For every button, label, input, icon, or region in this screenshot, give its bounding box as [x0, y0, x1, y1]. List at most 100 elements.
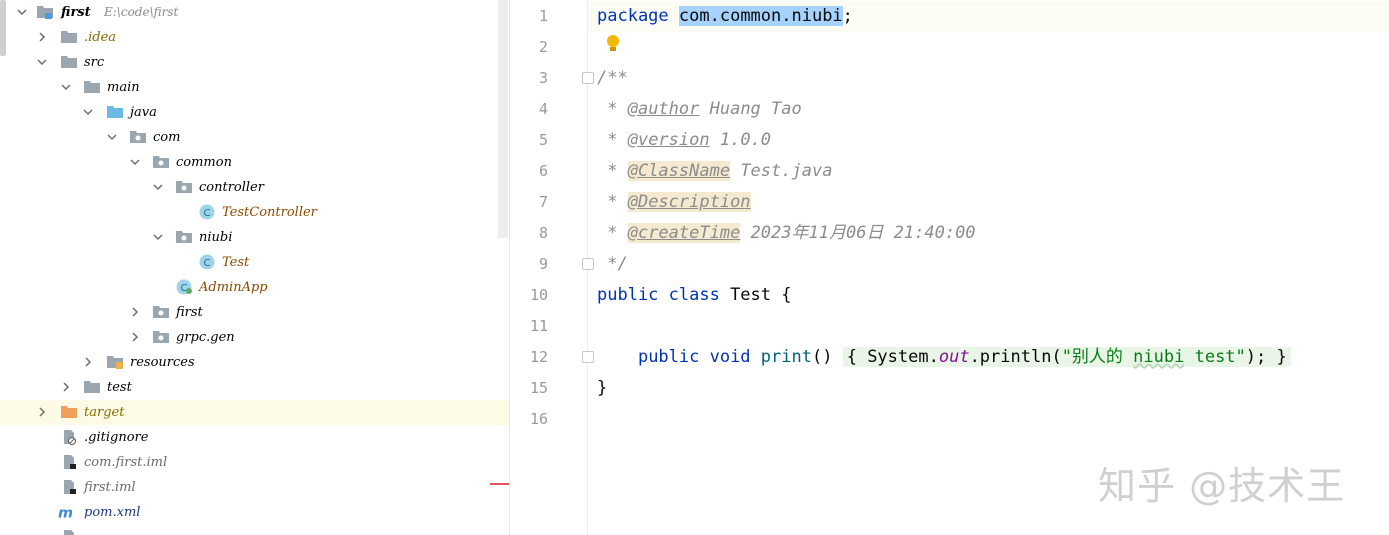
module-file-icon	[64, 480, 76, 494]
package-icon	[176, 181, 192, 193]
tree-item-label: src	[84, 55, 105, 70]
tree-item-idea[interactable]: .idea	[0, 25, 509, 50]
folder-icon	[84, 81, 100, 93]
tree-item-controller[interactable]: controller	[0, 175, 509, 200]
chevron-right-icon[interactable]	[36, 406, 48, 418]
tree-item-niubi[interactable]: niubi	[0, 225, 509, 250]
project-path: E:\code\first	[104, 5, 179, 19]
line-number: 16	[529, 410, 548, 428]
chevron-right-icon[interactable]	[129, 306, 141, 318]
chevron-down-icon[interactable]	[82, 106, 94, 118]
tree-item-label: main	[107, 80, 140, 95]
chevron-down-icon[interactable]	[36, 56, 48, 68]
tree-item-label: com.first.iml	[84, 455, 168, 470]
tree-item-partial[interactable]	[0, 525, 509, 535]
keyword: package	[597, 6, 669, 26]
line-number: 15	[529, 379, 548, 397]
chevron-right-icon[interactable]	[36, 31, 48, 43]
tree-item-label: common	[176, 155, 232, 170]
keyword: public void	[637, 347, 751, 367]
tree-item-com-first-iml[interactable]: com.first.iml	[0, 450, 509, 475]
javadoc-tag-highlighted: @ClassName	[627, 161, 731, 181]
chevron-down-icon[interactable]	[60, 81, 72, 93]
file-icon	[64, 530, 74, 535]
folder-icon	[61, 31, 77, 43]
module-file-icon	[64, 455, 76, 469]
folder-icon	[61, 56, 77, 68]
chevron-down-icon[interactable]	[129, 156, 141, 168]
code-token: }	[1276, 347, 1287, 367]
code-line-3: /**	[597, 63, 628, 94]
source-folder-icon	[107, 106, 123, 118]
tree-item-com[interactable]: com	[0, 125, 509, 150]
watermark: 知乎 @技术王	[1098, 464, 1346, 508]
tree-item-src[interactable]: src	[0, 50, 509, 75]
chevron-down-icon[interactable]	[16, 6, 28, 18]
code-token: ;	[842, 6, 853, 26]
folder-icon	[84, 381, 100, 393]
tree-item-testcontroller[interactable]: C TestController	[0, 200, 509, 225]
tree-item-resources[interactable]: resources	[0, 350, 509, 375]
tree-item-main[interactable]: main	[0, 75, 509, 100]
line-number: 3	[538, 69, 548, 87]
tree-item-grpc-gen[interactable]: grpc.gen	[0, 325, 509, 350]
tree-item-test-folder[interactable]: test	[0, 375, 509, 400]
tree-item-adminapp[interactable]: C AdminApp	[0, 275, 509, 300]
code-line-10: public class Test {	[597, 280, 791, 311]
tree-item-label: grpc.gen	[176, 330, 235, 345]
code-line-7: * @Description	[597, 187, 751, 218]
package-icon	[153, 331, 169, 343]
project-tree: first E:\code\first .idea src main java …	[0, 0, 510, 535]
error-stripe-marker	[490, 483, 509, 485]
tree-item-label: Test	[222, 255, 250, 270]
java-class-icon: C	[199, 204, 215, 220]
tree-item-java[interactable]: java	[0, 100, 509, 125]
code-token: ()	[811, 347, 843, 367]
svg-text:m: m	[58, 505, 73, 520]
tree-item-project-root[interactable]: first E:\code\first	[0, 0, 509, 25]
tree-item-label: com	[153, 130, 181, 145]
code-line-6: * @ClassName Test.java	[597, 156, 832, 187]
editor-gutter[interactable]: 1 2 3 4 5 6 7 8 9 10 11 12 15 16	[510, 0, 594, 535]
tree-item-pom-xml[interactable]: m pom.xml	[0, 500, 509, 525]
spring-boot-class-icon: C	[176, 279, 192, 295]
tree-item-label: first	[176, 305, 203, 320]
line-number: 4	[538, 100, 548, 118]
comment-token: Test.java	[730, 161, 833, 181]
chevron-down-icon[interactable]	[106, 131, 118, 143]
line-number: 10	[529, 286, 548, 304]
comment-token: *	[597, 130, 628, 150]
comment-token: *	[597, 192, 628, 212]
tree-item-label: controller	[199, 180, 264, 195]
chevron-right-icon[interactable]	[60, 381, 72, 393]
chevron-right-icon[interactable]	[82, 356, 94, 368]
tree-item-gitignore[interactable]: .gitignore	[0, 425, 509, 450]
package-icon	[176, 231, 192, 243]
folded-region[interactable]: { System.out.println("别人的 niubi test"); …	[842, 347, 1291, 367]
comment-token: 2023年11月06日 21:40:00	[740, 223, 976, 243]
tree-item-first-pkg[interactable]: first	[0, 300, 509, 325]
chevron-down-icon[interactable]	[152, 181, 164, 193]
code-token: {	[846, 347, 857, 367]
code-line-15: }	[597, 373, 607, 404]
tree-item-label: pom.xml	[84, 505, 141, 520]
method-name: print	[760, 347, 812, 367]
line-number: 5	[538, 131, 548, 149]
chevron-down-icon[interactable]	[152, 231, 164, 243]
tree-item-test-class[interactable]: C Test	[0, 250, 509, 275]
chevron-right-icon[interactable]	[129, 331, 141, 343]
tree-item-label: .gitignore	[84, 430, 149, 445]
package-icon	[153, 156, 169, 168]
code-line-4: * @author Huang Tao	[597, 94, 802, 125]
tree-item-common[interactable]: common	[0, 150, 509, 175]
tree-item-first-iml[interactable]: first.iml	[0, 475, 509, 500]
comment-token: /**	[597, 68, 628, 88]
comment-token: 1.0.0	[709, 130, 772, 150]
line-number: 11	[529, 317, 548, 335]
code-line-8: * @createTime 2023年11月06日 21:40:00	[597, 218, 976, 249]
comment-token: *	[597, 161, 628, 181]
code-line-1: package com.common.niubi;	[597, 1, 853, 32]
comment-token: */	[597, 254, 628, 274]
tree-item-target[interactable]: target	[0, 400, 509, 425]
